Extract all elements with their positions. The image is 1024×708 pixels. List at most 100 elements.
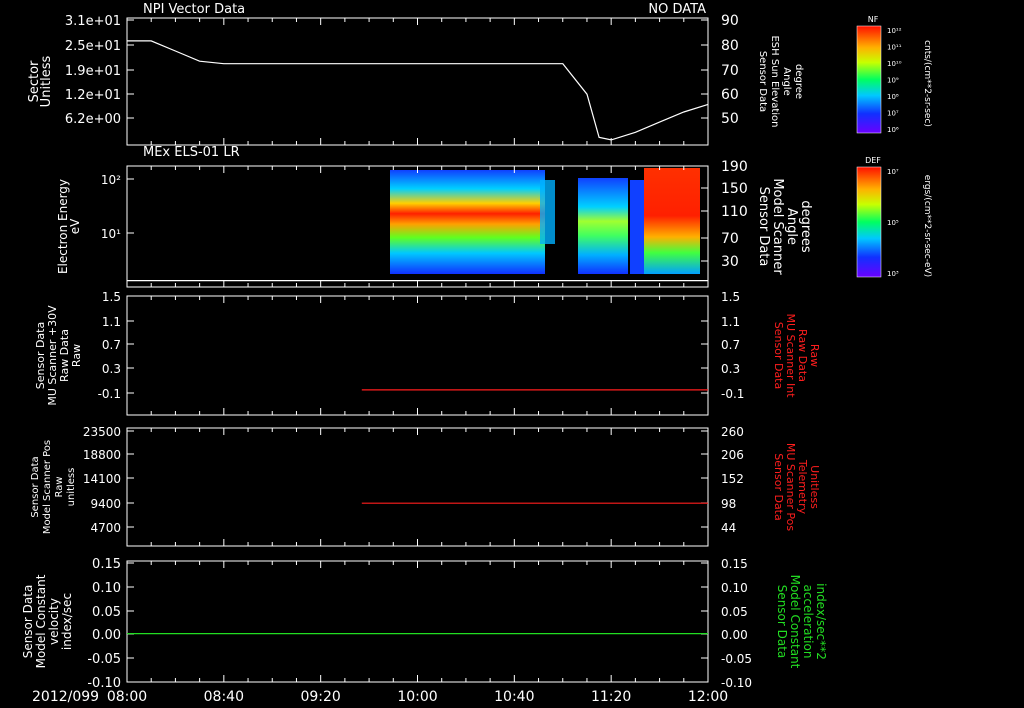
right-tick-label: 0.05 <box>721 605 748 619</box>
left-tick-label: 2.5e+01 <box>65 39 121 54</box>
right-tick-label: 60 <box>721 87 739 103</box>
spectrogram-band-2 <box>578 178 628 274</box>
left-tick-label: 4700 <box>90 521 121 535</box>
right-tick-label: 0.15 <box>721 557 748 571</box>
right-axis-label: Sensor Data <box>757 51 768 112</box>
right-axis-label: index/sec**2 <box>814 583 828 660</box>
right-tick-label: 30 <box>721 254 739 270</box>
spectrogram-band-1 <box>390 170 545 274</box>
left-tick-label: 1.9e+01 <box>65 64 121 79</box>
right-tick-label: 150 <box>721 181 748 197</box>
right-axis-label: Unitless <box>808 465 821 509</box>
colorbar-tick-label: 10⁵ <box>887 219 899 227</box>
colorbar-tick-label: 10⁷ <box>887 168 899 176</box>
left-axis-label: index/sec <box>60 593 74 650</box>
right-tick-label: 90 <box>721 13 739 29</box>
right-axis-label: acceleration <box>801 585 815 659</box>
left-tick-label: 1.2e+01 <box>65 88 121 103</box>
left-tick-label: 0.05 <box>92 605 121 620</box>
colorbar-unit: ergs/(cm**2-sr-sec-eV) <box>922 175 932 277</box>
colorbar-tick-label: 10⁷ <box>887 110 899 118</box>
time-tick-label: 11:20 <box>591 689 631 705</box>
left-tick-label: 10¹ <box>101 227 121 241</box>
panel-4-frame <box>126 427 709 547</box>
left-axis-label: velocity <box>47 598 61 645</box>
left-axis-label: Sensor Data <box>30 456 41 517</box>
spectrogram <box>390 168 700 274</box>
right-tick-label: 190 <box>721 159 748 175</box>
right-axis-label: Angle <box>784 208 799 245</box>
right-axis-label: ESH Sun Elevation <box>769 35 780 127</box>
right-tick-label: 110 <box>721 204 748 220</box>
right-axis-label: Angle <box>781 67 792 95</box>
time-tick-label: 08:00 <box>107 689 147 705</box>
left-tick-label: 9400 <box>90 497 121 511</box>
left-tick-label: 3.1e+01 <box>65 14 121 29</box>
right-axis-label: Model Scanner <box>770 178 785 275</box>
panel1-status: NO DATA <box>648 2 706 17</box>
right-tick-label: 0.00 <box>721 628 748 642</box>
spectrogram-band-4 <box>644 168 700 274</box>
left-tick-label: -0.05 <box>87 652 121 667</box>
right-axis-label: Telemetry <box>796 459 809 515</box>
time-tick-label: 10:40 <box>494 689 534 705</box>
left-tick-label: 0.3 <box>102 362 121 376</box>
colorbar-tick-label: 10⁸ <box>887 93 899 101</box>
right-tick-label: -0.1 <box>721 387 744 401</box>
right-tick-label: 260 <box>721 425 744 439</box>
right-tick-label: -0.10 <box>721 676 752 690</box>
colorbar-2 <box>856 166 882 278</box>
left-axis-label: unitless <box>66 468 77 507</box>
panel-3-frame <box>126 295 709 416</box>
left-axis-label: Unitless <box>39 55 54 107</box>
right-axis-label: MU Scanner Int <box>784 313 797 398</box>
right-tick-label: 44 <box>721 521 736 535</box>
colorbar-tick-label: 10⁶ <box>887 126 899 134</box>
left-tick-label: 0.15 <box>92 557 121 572</box>
left-tick-label: 10² <box>101 173 121 187</box>
right-tick-label: 50 <box>721 111 739 127</box>
left-tick-label: 18800 <box>83 448 121 462</box>
colorbar-tick-label: 10⁹ <box>887 77 899 85</box>
left-tick-label: 0.00 <box>92 628 121 643</box>
right-tick-label: 0.3 <box>721 362 740 376</box>
right-axis-label: Sensor Data <box>772 322 785 389</box>
colorbar-tick-label: 10¹¹ <box>887 44 902 52</box>
panel-1-frame <box>126 17 709 146</box>
left-tick-label: 14100 <box>83 472 121 486</box>
right-tick-label: 98 <box>721 497 736 511</box>
right-axis-label: MU Scanner Pos <box>784 443 797 532</box>
right-axis-label: Raw Data <box>796 329 809 382</box>
right-axis-label: degrees <box>798 200 813 253</box>
left-tick-label: 0.10 <box>92 581 121 596</box>
colorbar-tick-label: 10³ <box>887 270 899 278</box>
right-axis-label: Sensor Data <box>756 187 771 267</box>
left-axis-label: Model Scanner Pos <box>42 440 53 534</box>
colorbar-label: DEF <box>865 156 881 165</box>
right-tick-label: 152 <box>721 472 744 486</box>
left-axis-label: Raw <box>54 476 65 497</box>
left-tick-label: 1.5 <box>102 290 121 304</box>
right-tick-label: -0.05 <box>721 652 752 666</box>
right-tick-label: 70 <box>721 231 739 247</box>
right-axis-label: degree <box>793 64 804 99</box>
plot-canvas: NPI Vector Data NO DATA MEx ELS-01 LR 3.… <box>21 2 932 705</box>
date-label: 2012/099 <box>32 689 99 705</box>
left-axis-label: Model Constant <box>34 574 48 668</box>
right-axis-label: Model Constant <box>788 575 802 669</box>
series-line-panel-1 <box>127 40 709 141</box>
right-tick-label: 80 <box>721 38 739 54</box>
right-axis-label: Raw <box>808 344 821 367</box>
left-tick-label: 1.1 <box>102 315 121 329</box>
time-tick-label: 08:40 <box>204 689 244 705</box>
right-tick-label: 0.7 <box>721 338 740 352</box>
time-tick-label: 09:20 <box>300 689 340 705</box>
time-tick-label: 10:00 <box>397 689 437 705</box>
left-axis-label: Raw <box>70 344 83 367</box>
colorbar-unit: cnts/(cm**2-sr-sec) <box>922 40 932 127</box>
left-tick-label: -0.1 <box>98 387 121 401</box>
right-tick-label: 1.1 <box>721 315 740 329</box>
right-tick-label: 0.10 <box>721 581 748 595</box>
spectrogram-band-1-tail <box>540 180 555 244</box>
panel-5-frame <box>126 560 709 683</box>
